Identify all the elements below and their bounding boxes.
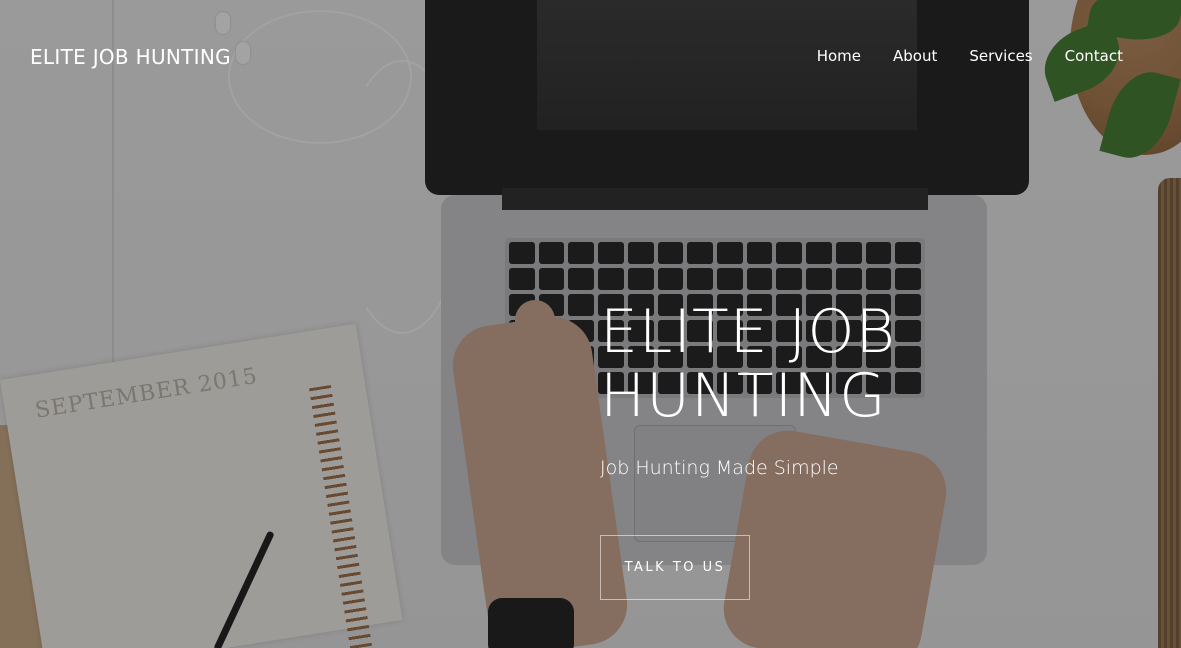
site-header: ELITE JOB HUNTING Home About Services Co…	[0, 0, 1181, 112]
site-logo[interactable]: ELITE JOB HUNTING	[30, 45, 231, 69]
hero-title: ELITE JOB HUNTING	[600, 300, 1120, 428]
hero-title-line-2: HUNTING	[600, 361, 887, 431]
hero-subtitle: Job Hunting Made Simple	[600, 457, 839, 479]
nav-contact[interactable]: Contact	[1065, 47, 1123, 65]
hero-title-line-1: ELITE JOB	[600, 297, 896, 367]
nav-about[interactable]: About	[893, 47, 937, 65]
nav-home[interactable]: Home	[817, 47, 861, 65]
main-nav: Home About Services Contact	[817, 47, 1123, 65]
hero-section: SEPTEMBER 2015 ELITE JOB HUNTING Home Ab…	[0, 0, 1181, 648]
nav-services[interactable]: Services	[969, 47, 1032, 65]
talk-to-us-button[interactable]: TALK TO US	[600, 535, 750, 600]
